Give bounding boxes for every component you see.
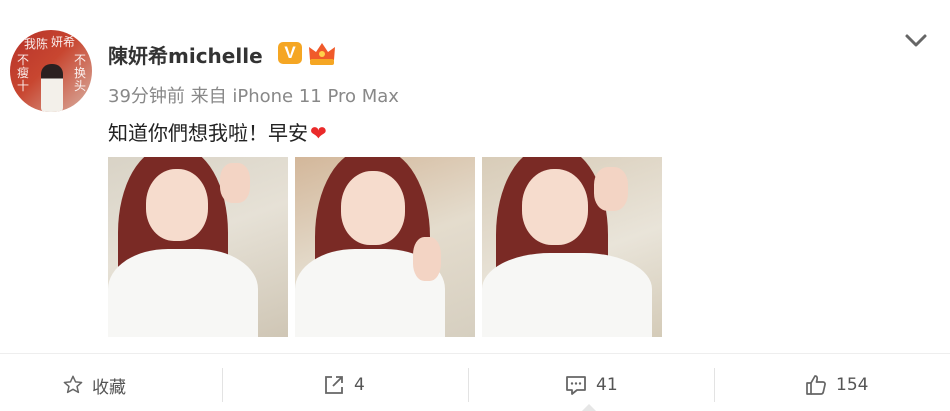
action-separator — [714, 368, 715, 402]
like-button[interactable]: 154 — [804, 372, 868, 398]
avatar-text-top-right: 妍希 — [51, 35, 76, 49]
action-separator — [222, 368, 223, 402]
avatar-text-left: 不瘦十 — [17, 53, 30, 93]
avatar-text-right: 不换头 — [74, 53, 87, 93]
avatar-text-top: 我陈 — [24, 37, 49, 51]
favorite-label: 收藏 — [92, 377, 126, 398]
favorite-button[interactable]: 收藏 — [62, 372, 126, 398]
share-button[interactable]: 4 — [322, 372, 365, 398]
post-text-body: 知道你們想我啦！早安 — [108, 121, 308, 145]
share-icon — [325, 376, 343, 394]
avatar[interactable]: 我陈 妍希 不瘦十 不换头 — [10, 30, 92, 112]
chevron-down-icon[interactable] — [902, 28, 930, 52]
comment-icon — [566, 376, 586, 395]
post-image-3[interactable] — [482, 157, 662, 337]
post-image-1[interactable] — [108, 157, 288, 337]
verified-badge[interactable]: V — [278, 42, 302, 64]
share-count: 4 — [354, 375, 365, 395]
comment-button[interactable]: 41 — [564, 372, 618, 398]
post-text: 知道你們想我啦！早安 ❤ — [108, 117, 327, 146]
like-icon — [806, 375, 826, 395]
post-source: 来自 iPhone 11 Pro Max — [190, 86, 399, 107]
username[interactable]: 陳妍希michelle — [108, 40, 263, 69]
action-separator — [468, 368, 469, 402]
like-count: 154 — [836, 375, 869, 395]
post-meta: 39分钟前 来自 iPhone 11 Pro Max — [108, 82, 399, 108]
post-image-2[interactable] — [295, 157, 475, 337]
star-icon — [63, 375, 83, 394]
avatar-figure — [41, 64, 63, 112]
heart-emoji: ❤ — [310, 121, 327, 145]
comment-caret — [582, 404, 596, 411]
crown-badge-icon[interactable] — [306, 40, 338, 68]
comment-count: 41 — [596, 375, 618, 395]
timestamp[interactable]: 39分钟前 — [108, 86, 185, 107]
action-bar-divider — [0, 353, 950, 354]
